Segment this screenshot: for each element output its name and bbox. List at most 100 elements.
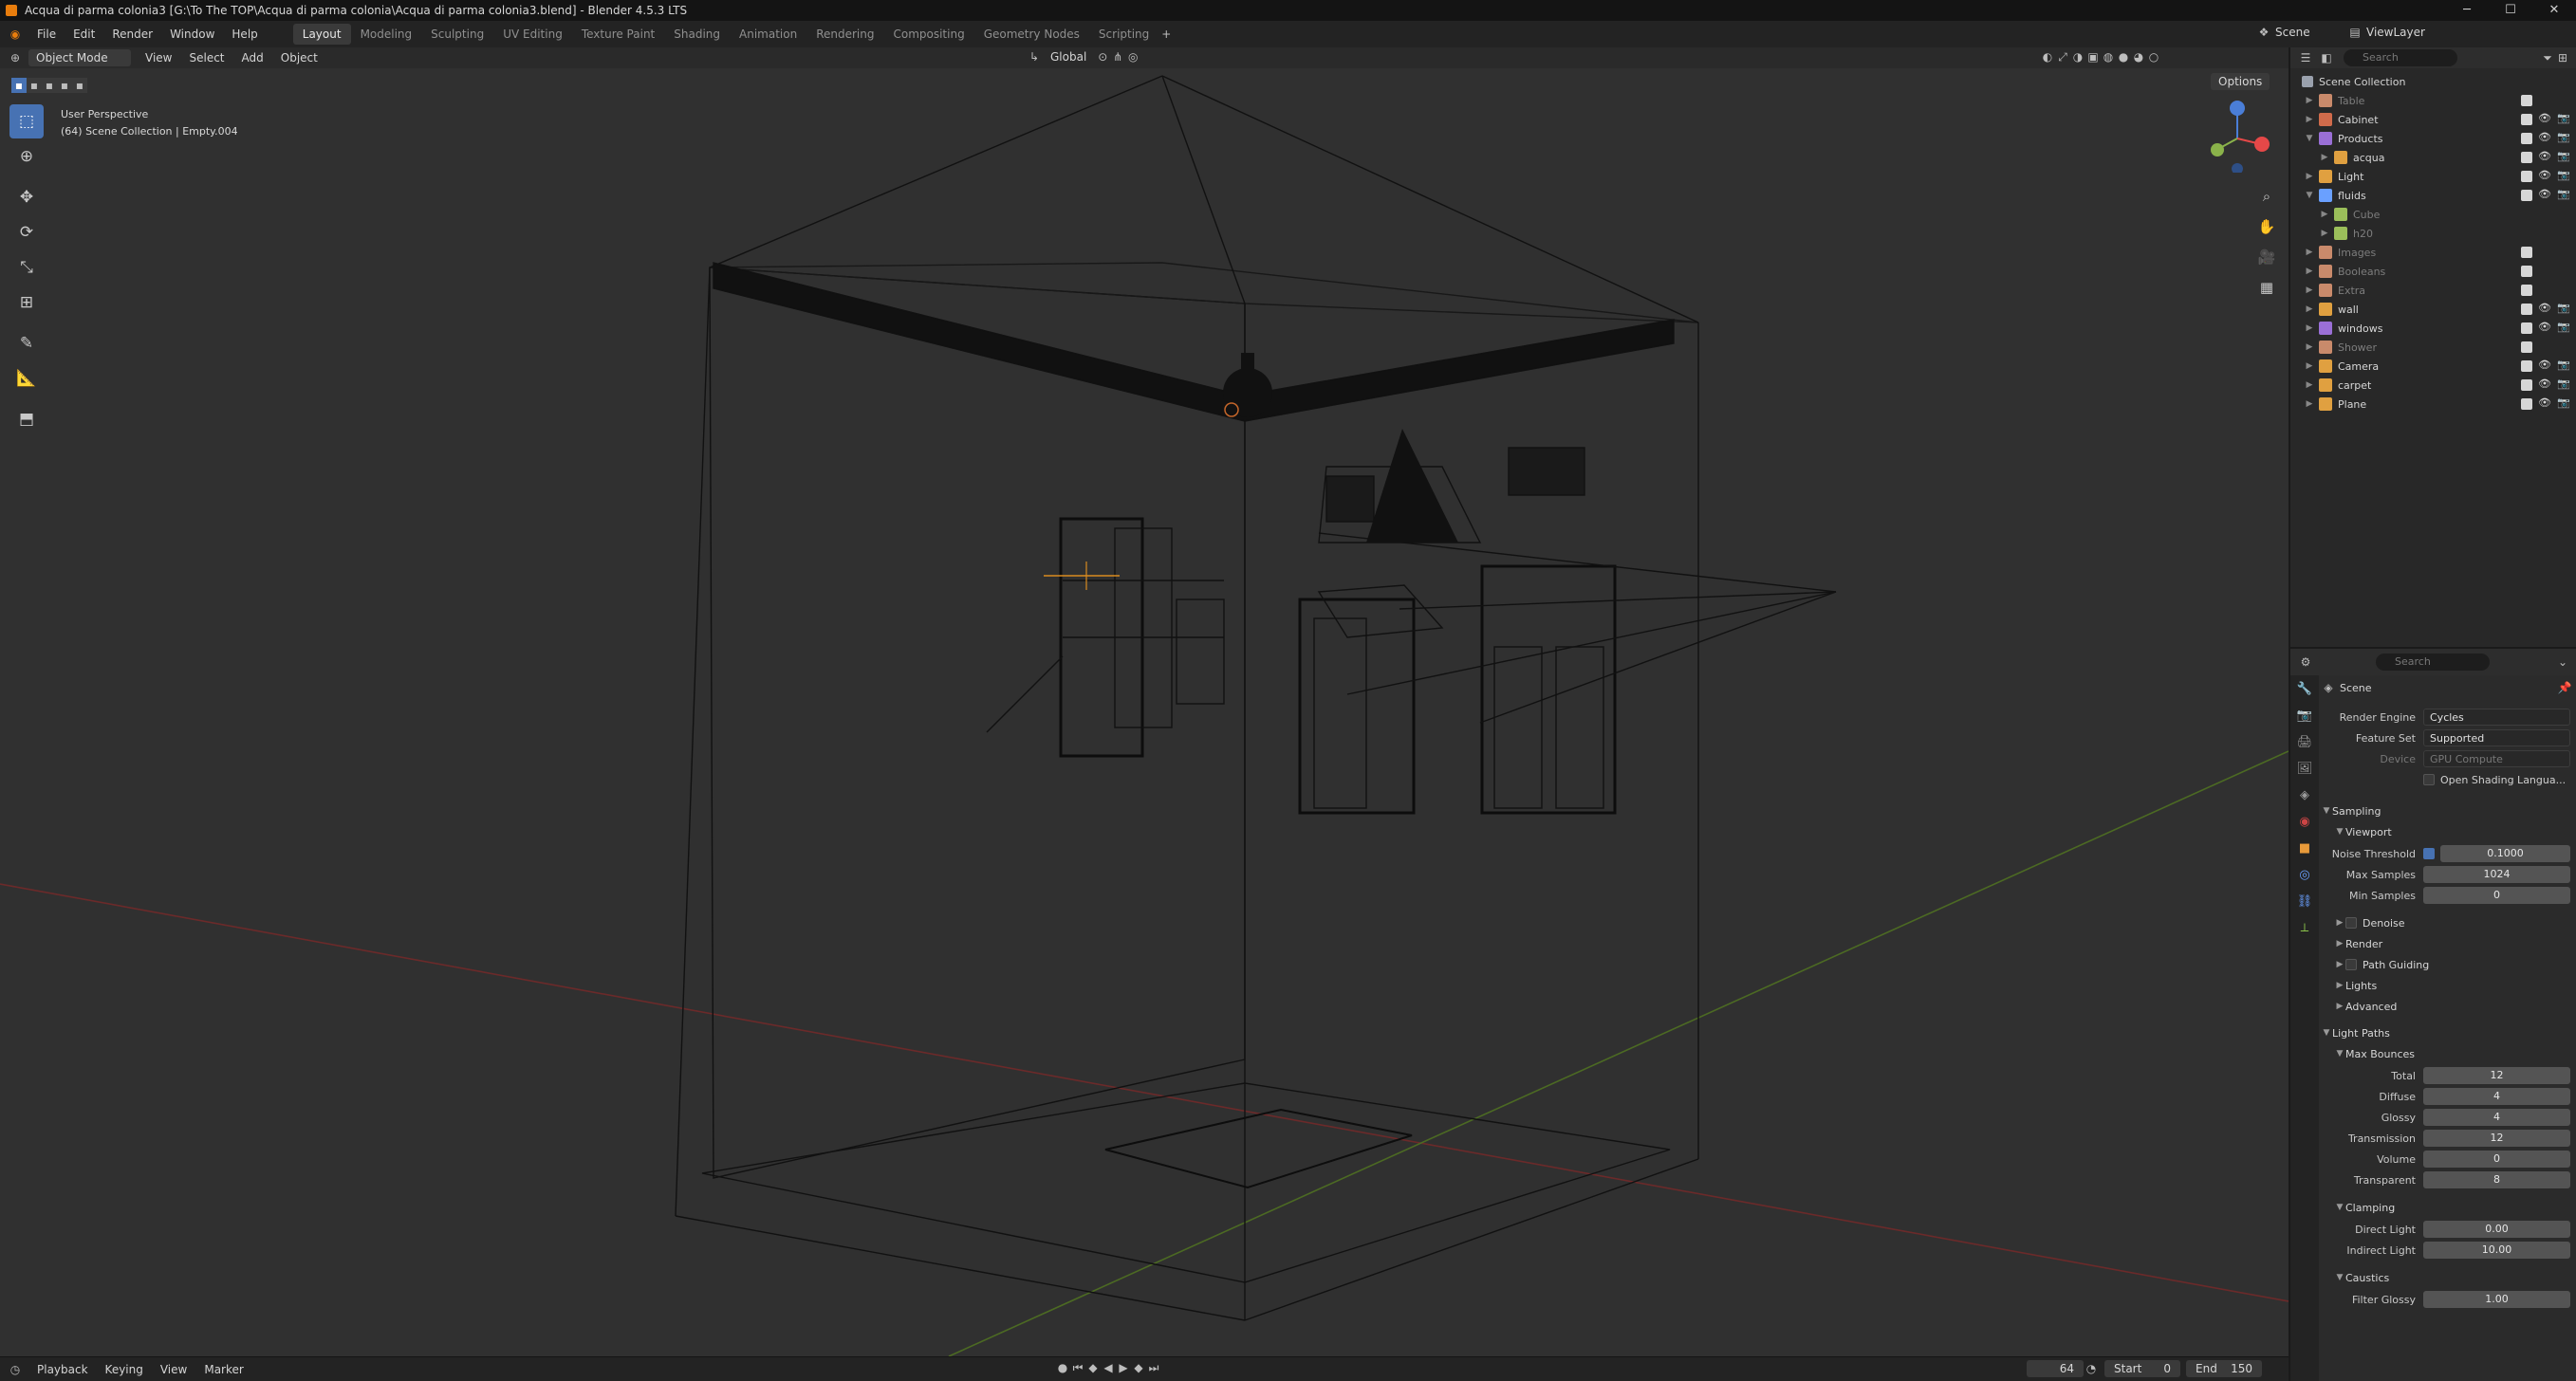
expand-toggle-icon[interactable]: ▶	[2304, 285, 2315, 295]
tab-rendering[interactable]: Rendering	[806, 24, 883, 45]
move-tool[interactable]: ✥	[9, 180, 44, 214]
caustics-subsection[interactable]: ▼ Caustics	[2321, 1267, 2576, 1288]
prev-keyframe-icon[interactable]: ◆	[1085, 1360, 1101, 1375]
outliner-item-products[interactable]: ▼ Products 👁 📷	[2290, 129, 2576, 148]
close-button[interactable]: ✕	[2532, 0, 2576, 21]
menu-help[interactable]: Help	[223, 28, 266, 41]
menu-marker[interactable]: Marker	[195, 1363, 251, 1376]
outliner-item-carpet[interactable]: ▶ carpet 👁 📷	[2290, 376, 2576, 395]
min-samples-field[interactable]: 0	[2423, 887, 2570, 904]
menu-render[interactable]: Render	[103, 28, 161, 41]
proportional-edit-icon[interactable]: ◎	[1125, 49, 1140, 64]
render-camera-icon[interactable]: 📷	[2557, 112, 2570, 124]
menu-view[interactable]: View	[137, 51, 180, 64]
advanced-subsection[interactable]: ▶ Advanced	[2321, 996, 2576, 1017]
menu-keying[interactable]: Keying	[97, 1363, 152, 1376]
select-box-tool[interactable]: ⬚	[9, 104, 44, 138]
tab-shading[interactable]: Shading	[664, 24, 730, 45]
max-bounces-subsection[interactable]: ▼ Max Bounces	[2321, 1043, 2576, 1064]
render-engine-dropdown[interactable]: Cycles	[2423, 709, 2570, 726]
play-icon[interactable]: ▶	[1116, 1360, 1131, 1375]
lights-subsection[interactable]: ▶ Lights	[2321, 975, 2576, 996]
pin-icon[interactable]: 📌	[2557, 680, 2572, 695]
expand-toggle-icon[interactable]: ▶	[2304, 96, 2315, 105]
3d-viewport[interactable]: User Perspective (64) Scene Collection |…	[0, 68, 2289, 1356]
filter-icon[interactable]: ⏷	[2540, 50, 2555, 65]
exclude-checkbox[interactable]	[2521, 152, 2532, 163]
exclude-checkbox[interactable]	[2521, 285, 2532, 296]
play-reverse-icon[interactable]: ◀	[1101, 1360, 1116, 1375]
expand-toggle-icon[interactable]: ▼	[2304, 134, 2315, 143]
expand-toggle-icon[interactable]: ▶	[2304, 172, 2315, 181]
tab-layout[interactable]: Layout	[292, 24, 351, 45]
select-invert-icon[interactable]: ▪	[57, 78, 72, 93]
outliner-editor-icon[interactable]: ☰	[2298, 50, 2313, 65]
render-camera-icon[interactable]: 📷	[2557, 377, 2570, 390]
gizmo-icon[interactable]: ⤢	[2055, 49, 2070, 64]
view-layer-tab-icon[interactable]: 🖼	[2290, 755, 2319, 782]
expand-toggle-icon[interactable]: ▶	[2304, 267, 2315, 276]
transform-tool[interactable]: ⊞	[9, 285, 44, 320]
tab-animation[interactable]: Animation	[730, 24, 806, 45]
outliner-item-cube[interactable]: ▶ Cube	[2290, 205, 2576, 224]
eye-icon[interactable]: 👁	[2538, 131, 2551, 143]
camera-view-icon[interactable]: 🎥	[2251, 243, 2283, 271]
outliner-item-plane[interactable]: ▶ Plane 👁 📷	[2290, 395, 2576, 414]
direct-light-field[interactable]: 0.00	[2423, 1221, 2570, 1238]
expand-toggle-icon[interactable]: ▶	[2304, 380, 2315, 390]
editor-type-icon[interactable]: ⊕	[8, 50, 23, 65]
render-camera-icon[interactable]: 📷	[2557, 396, 2570, 409]
outliner-item-extra[interactable]: ▶ Extra	[2290, 281, 2576, 300]
bounce-value-field[interactable]: 12	[2423, 1130, 2570, 1147]
measure-tool[interactable]: 📐	[9, 361, 44, 396]
navigation-gizmo[interactable]	[2199, 97, 2275, 175]
transform-orientation-dropdown[interactable]: Global	[1042, 50, 1095, 64]
render-camera-icon[interactable]: 📷	[2557, 131, 2570, 143]
options-dropdown[interactable]: Options	[2211, 73, 2270, 90]
exclude-checkbox[interactable]	[2521, 341, 2532, 353]
menu-add[interactable]: Add	[233, 51, 272, 64]
minimize-button[interactable]: ─	[2445, 0, 2489, 21]
exclude-checkbox[interactable]	[2521, 114, 2532, 125]
start-frame-field[interactable]: Start 0	[2104, 1360, 2180, 1377]
expand-toggle-icon[interactable]: ▶	[2304, 323, 2315, 333]
outliner-item-fluids[interactable]: ▼ fluids 👁 📷	[2290, 186, 2576, 205]
view-layer-name[interactable]: ViewLayer	[2363, 26, 2448, 39]
jump-start-icon[interactable]: ⏮	[1070, 1360, 1085, 1375]
outliner-item-acqua[interactable]: ▶ acqua 👁 📷	[2290, 148, 2576, 167]
view-layer-icon[interactable]: ▤	[2347, 25, 2363, 40]
data-tab-icon[interactable]: ⟂	[2290, 914, 2319, 941]
tab-compositing[interactable]: Compositing	[883, 24, 973, 45]
bounce-value-field[interactable]: 4	[2423, 1109, 2570, 1126]
eye-icon[interactable]: 👁	[2538, 359, 2551, 371]
render-camera-icon[interactable]: 📷	[2557, 302, 2570, 314]
select-intersect-icon[interactable]: ▪	[72, 78, 87, 93]
timeline-editor-icon[interactable]: ◷	[8, 1362, 23, 1377]
scene-icon[interactable]: ❖	[2256, 25, 2271, 40]
noise-threshold-checkbox[interactable]	[2423, 848, 2435, 859]
display-mode-icon[interactable]: ◧	[2319, 50, 2334, 65]
outliner-item-windows[interactable]: ▶ windows 👁 📷	[2290, 319, 2576, 338]
eye-icon[interactable]: 👁	[2538, 302, 2551, 314]
osl-checkbox[interactable]	[2423, 774, 2435, 785]
menu-file[interactable]: File	[28, 28, 65, 41]
render-subsection[interactable]: ▶ Render	[2321, 933, 2576, 954]
next-keyframe-icon[interactable]: ◆	[1131, 1360, 1146, 1375]
eye-icon[interactable]: 👁	[2538, 169, 2551, 181]
expand-toggle-icon[interactable]: ▶	[2304, 342, 2315, 352]
expand-toggle-icon[interactable]: ▼	[2304, 191, 2315, 200]
indirect-light-field[interactable]: 10.00	[2423, 1242, 2570, 1259]
outliner-item-images[interactable]: ▶ Images	[2290, 243, 2576, 262]
max-samples-field[interactable]: 1024	[2423, 866, 2570, 883]
xray-icon[interactable]: ▣	[2085, 49, 2101, 64]
add-workspace-icon[interactable]: +	[1158, 27, 1174, 42]
rotate-tool[interactable]: ⟳	[9, 215, 44, 249]
output-tab-icon[interactable]: 🖨	[2290, 728, 2319, 755]
scene-collection-row[interactable]: Scene Collection	[2290, 72, 2576, 91]
annotate-tool[interactable]: ✎	[9, 326, 44, 360]
outliner-search-input[interactable]: Search	[2344, 49, 2457, 66]
clock-icon[interactable]: ◔	[2084, 1361, 2099, 1376]
expand-toggle-icon[interactable]: ▶	[2319, 153, 2330, 162]
new-collection-icon[interactable]: ⊞	[2555, 50, 2570, 65]
bounce-value-field[interactable]: 12	[2423, 1067, 2570, 1084]
